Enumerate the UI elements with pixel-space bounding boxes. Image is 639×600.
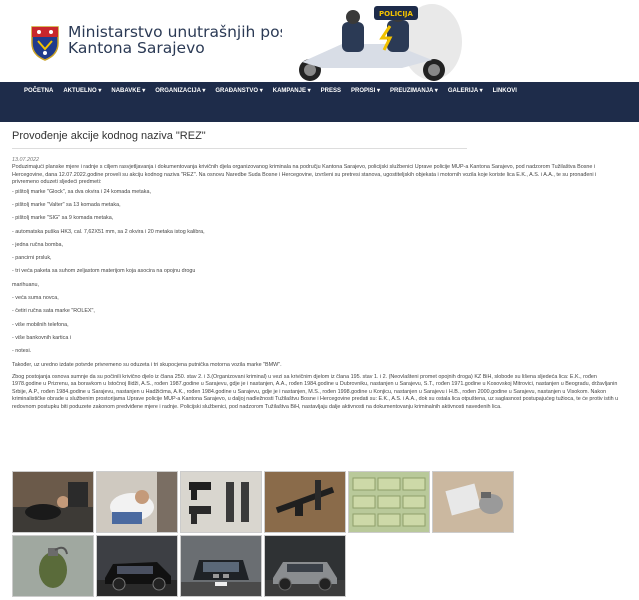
article-final-paragraph: Zbog postojanja osnova sumnje da su poči… [12,373,619,410]
seized-item: - veća suma novca, [12,295,59,301]
seized-item: - više mobilnih telefona, [12,321,69,328]
seized-item: - jedna ručna bomba, [12,241,63,248]
seized-item: marihuanu, [12,281,39,288]
nav-item-9[interactable]: GALERIJA ▾ [443,82,488,102]
photo-bmw-dark[interactable] [96,535,178,597]
nav-item-4[interactable]: GRAĐANSTVO ▾ [210,82,267,102]
article-date: 13.07.2022 [12,157,39,163]
site-header: Ministarstvo unutrašnjih poslova Kantona… [0,0,639,82]
nav-item-7[interactable]: PROPISI ▾ [346,82,385,102]
main-content: Provođenje akcije kodnog naziva "REZ" 13… [12,122,622,411]
seized-item: - automatska puška HK3, cal. 7,62X51 mm,… [12,228,205,235]
nav-item-10[interactable]: LINKOVI [488,82,522,102]
article-title: Provođenje akcije kodnog naziva "REZ" [12,130,206,142]
nav-item-6[interactable]: PRESS [316,82,346,102]
nav-item-5[interactable]: KAMPANJE ▾ [268,82,316,102]
seized-item: - više bankovnih kartica i [12,334,72,341]
seized-items-list: - pištolj marke "Glock", sa dva okvira i… [12,189,622,362]
article-intro: Poduzimajući planske mjere i radnje s ci… [12,164,597,186]
seized-item: - pištolj marke "Valter" sa 13 komada me… [12,201,121,208]
photo-hand-grenade[interactable] [12,535,94,597]
main-navigation: POČETNA AKTUELNO ▾ NABAVKE ▾ ORGANIZACIJA ▾… [0,82,639,122]
police-motorcycle-banner: POLICIJA [282,2,462,82]
photo-money[interactable] [348,471,430,533]
seized-item: - pancirni prsluk, [12,255,52,262]
article-vehicles-note: Također, uz uredno izdate potvrde privre… [12,362,282,369]
nav-list: POČETNA AKTUELNO ▾ NABAVKE ▾ ORGANIZACIJA ▾… [0,82,639,102]
nav-item-2[interactable]: NABAVKE ▾ [106,82,150,102]
photo-package[interactable] [432,471,514,533]
photo-bmw-grey[interactable] [264,535,346,597]
photo-rifle[interactable] [264,471,346,533]
nav-item-8[interactable]: PREUZIMANJA ▾ [385,82,443,102]
nav-item-0[interactable]: POČETNA [19,82,58,102]
coat-of-arms-icon[interactable] [30,25,60,61]
photo-pistols[interactable] [180,471,262,533]
article-body: 13.07.2022 Poduzimajući planske mjere i … [12,157,622,411]
nav-item-1[interactable]: AKTUELNO ▾ [58,82,106,102]
seized-item: - pištolj marke "Glock", sa dva okvira i… [12,188,151,195]
seized-item: - notesi. [12,348,32,355]
seized-item: - pištolj marke "SIG" sa 9 komada metaka… [12,215,114,222]
hero-badge-text: POLICIJA [379,10,413,18]
photo-detained-person[interactable] [96,471,178,533]
seized-item: - četiri ručna sata marke "ROLEX", [12,308,95,315]
photo-bmw-front[interactable] [180,535,262,597]
title-divider [12,148,467,149]
seized-item: - tri veća paketa sa suhom zeljastom mat… [12,268,196,275]
photo-arrest-floor[interactable] [12,471,94,533]
nav-item-3[interactable]: ORGANIZACIJA ▾ [150,82,210,102]
